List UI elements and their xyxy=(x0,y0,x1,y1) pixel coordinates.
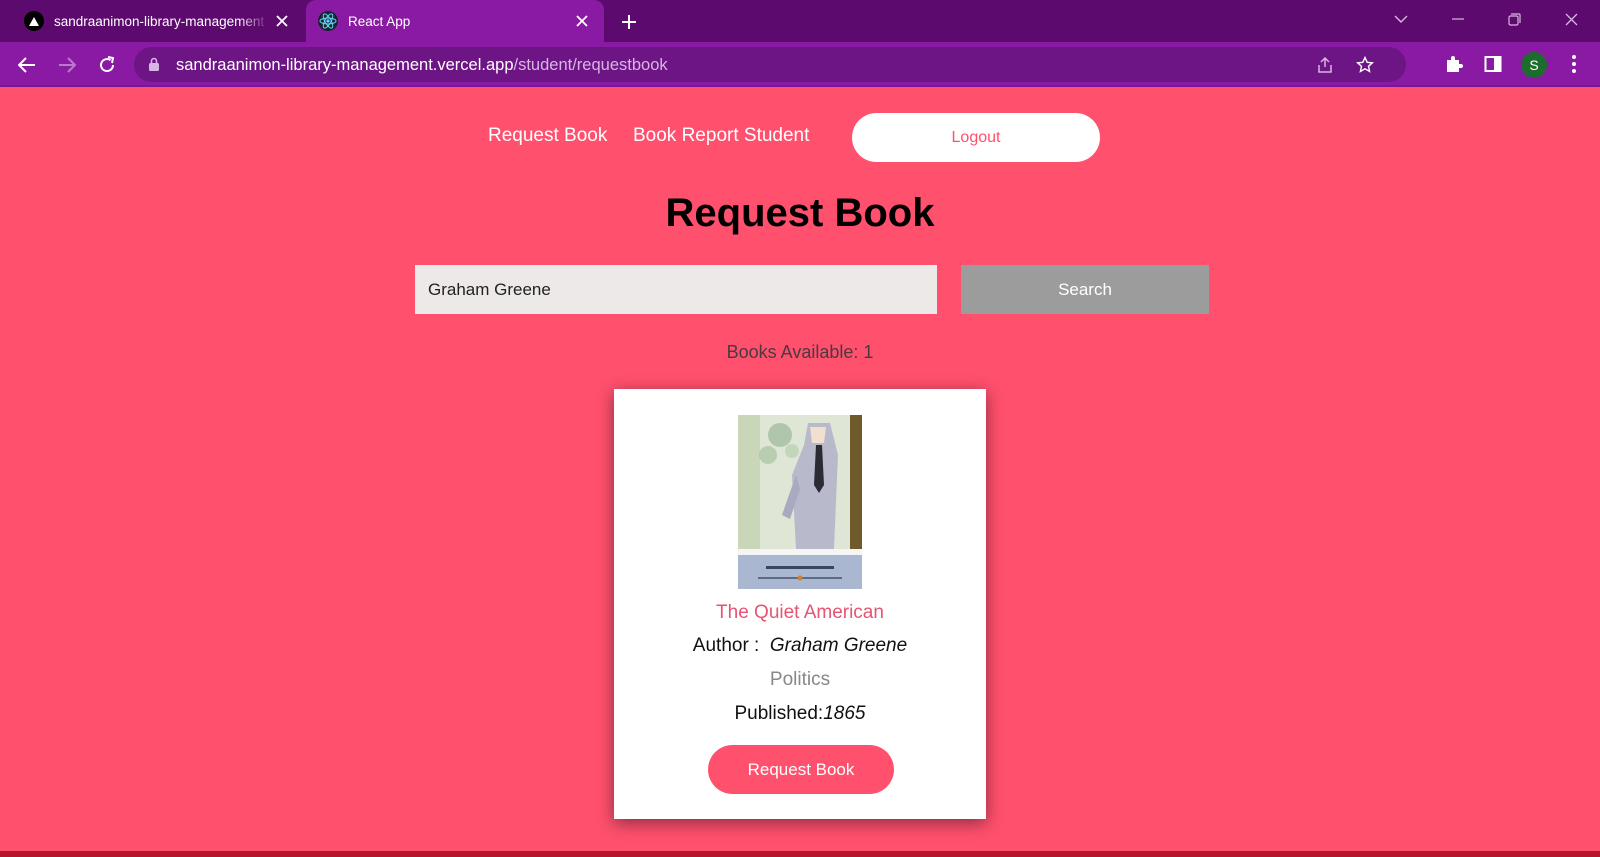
nav-link-book-report-student[interactable]: Book Report Student xyxy=(633,125,809,147)
menu-kebab-icon[interactable] xyxy=(1562,52,1586,76)
book-cover-image xyxy=(738,415,862,589)
close-tab-icon[interactable] xyxy=(270,9,294,33)
search-button[interactable]: Search xyxy=(961,265,1209,314)
profile-avatar[interactable]: S xyxy=(1521,52,1547,78)
search-input[interactable] xyxy=(415,265,937,314)
page-title: Request Book xyxy=(665,191,935,235)
forward-arrow-icon[interactable] xyxy=(52,50,82,80)
restore-icon[interactable] xyxy=(1491,4,1537,34)
close-tab-icon[interactable] xyxy=(570,9,594,33)
logout-button[interactable]: Logout xyxy=(852,113,1100,162)
side-panel-icon[interactable] xyxy=(1481,52,1505,76)
books-available-count: Books Available: 1 xyxy=(726,342,874,362)
browser-tabstrip: sandraanimon-library-management React Ap… xyxy=(0,0,1600,42)
browser-tab-react-app[interactable]: React App xyxy=(306,0,604,42)
top-navigation: Request Book Book Report Student xyxy=(0,113,1600,163)
new-tab-plus-icon[interactable] xyxy=(616,9,642,35)
author-name: Graham Greene xyxy=(769,635,908,656)
reload-icon[interactable] xyxy=(92,50,122,80)
book-published: Published:1865 xyxy=(614,703,986,725)
book-author-row: Author : Graham Greene xyxy=(614,635,986,657)
tab-search-chevron-icon[interactable] xyxy=(1378,4,1424,34)
book-card: The Quiet American Author : Graham Green… xyxy=(614,389,986,819)
page-content: Request Book Book Report Student Logout … xyxy=(0,87,1600,857)
close-window-icon[interactable] xyxy=(1548,4,1594,34)
author-label: Author : xyxy=(692,635,760,656)
bookmark-star-icon[interactable] xyxy=(1354,54,1376,76)
browser-toolbar: sandraanimon-library-management.vercel.a… xyxy=(0,42,1600,87)
react-atom-icon xyxy=(318,11,338,31)
book-genre: Politics xyxy=(769,669,831,690)
extensions-puzzle-icon[interactable] xyxy=(1442,52,1466,76)
tab-title: sandraanimon-library-management xyxy=(54,13,265,29)
published-year: 1865 xyxy=(823,703,866,724)
address-bar[interactable]: sandraanimon-library-management.vercel.a… xyxy=(134,47,1406,82)
vercel-triangle-icon xyxy=(24,11,44,31)
book-title: The Quiet American xyxy=(716,602,884,623)
share-icon[interactable] xyxy=(1314,54,1336,76)
published-label: Published: xyxy=(734,703,824,724)
url-text: sandraanimon-library-management.vercel.a… xyxy=(176,56,668,75)
bottom-edge-bar xyxy=(0,851,1600,857)
lock-icon xyxy=(148,57,160,77)
nav-link-request-book[interactable]: Request Book xyxy=(488,125,607,147)
tab-title: React App xyxy=(348,13,411,29)
minimize-icon[interactable] xyxy=(1435,4,1481,34)
back-arrow-icon[interactable] xyxy=(12,50,42,80)
url-domain: sandraanimon-library-management.vercel.a… xyxy=(176,56,514,74)
browser-tab-library[interactable]: sandraanimon-library-management xyxy=(12,0,304,42)
url-path: /student/requestbook xyxy=(513,56,668,74)
request-book-button[interactable]: Request Book xyxy=(708,745,894,794)
